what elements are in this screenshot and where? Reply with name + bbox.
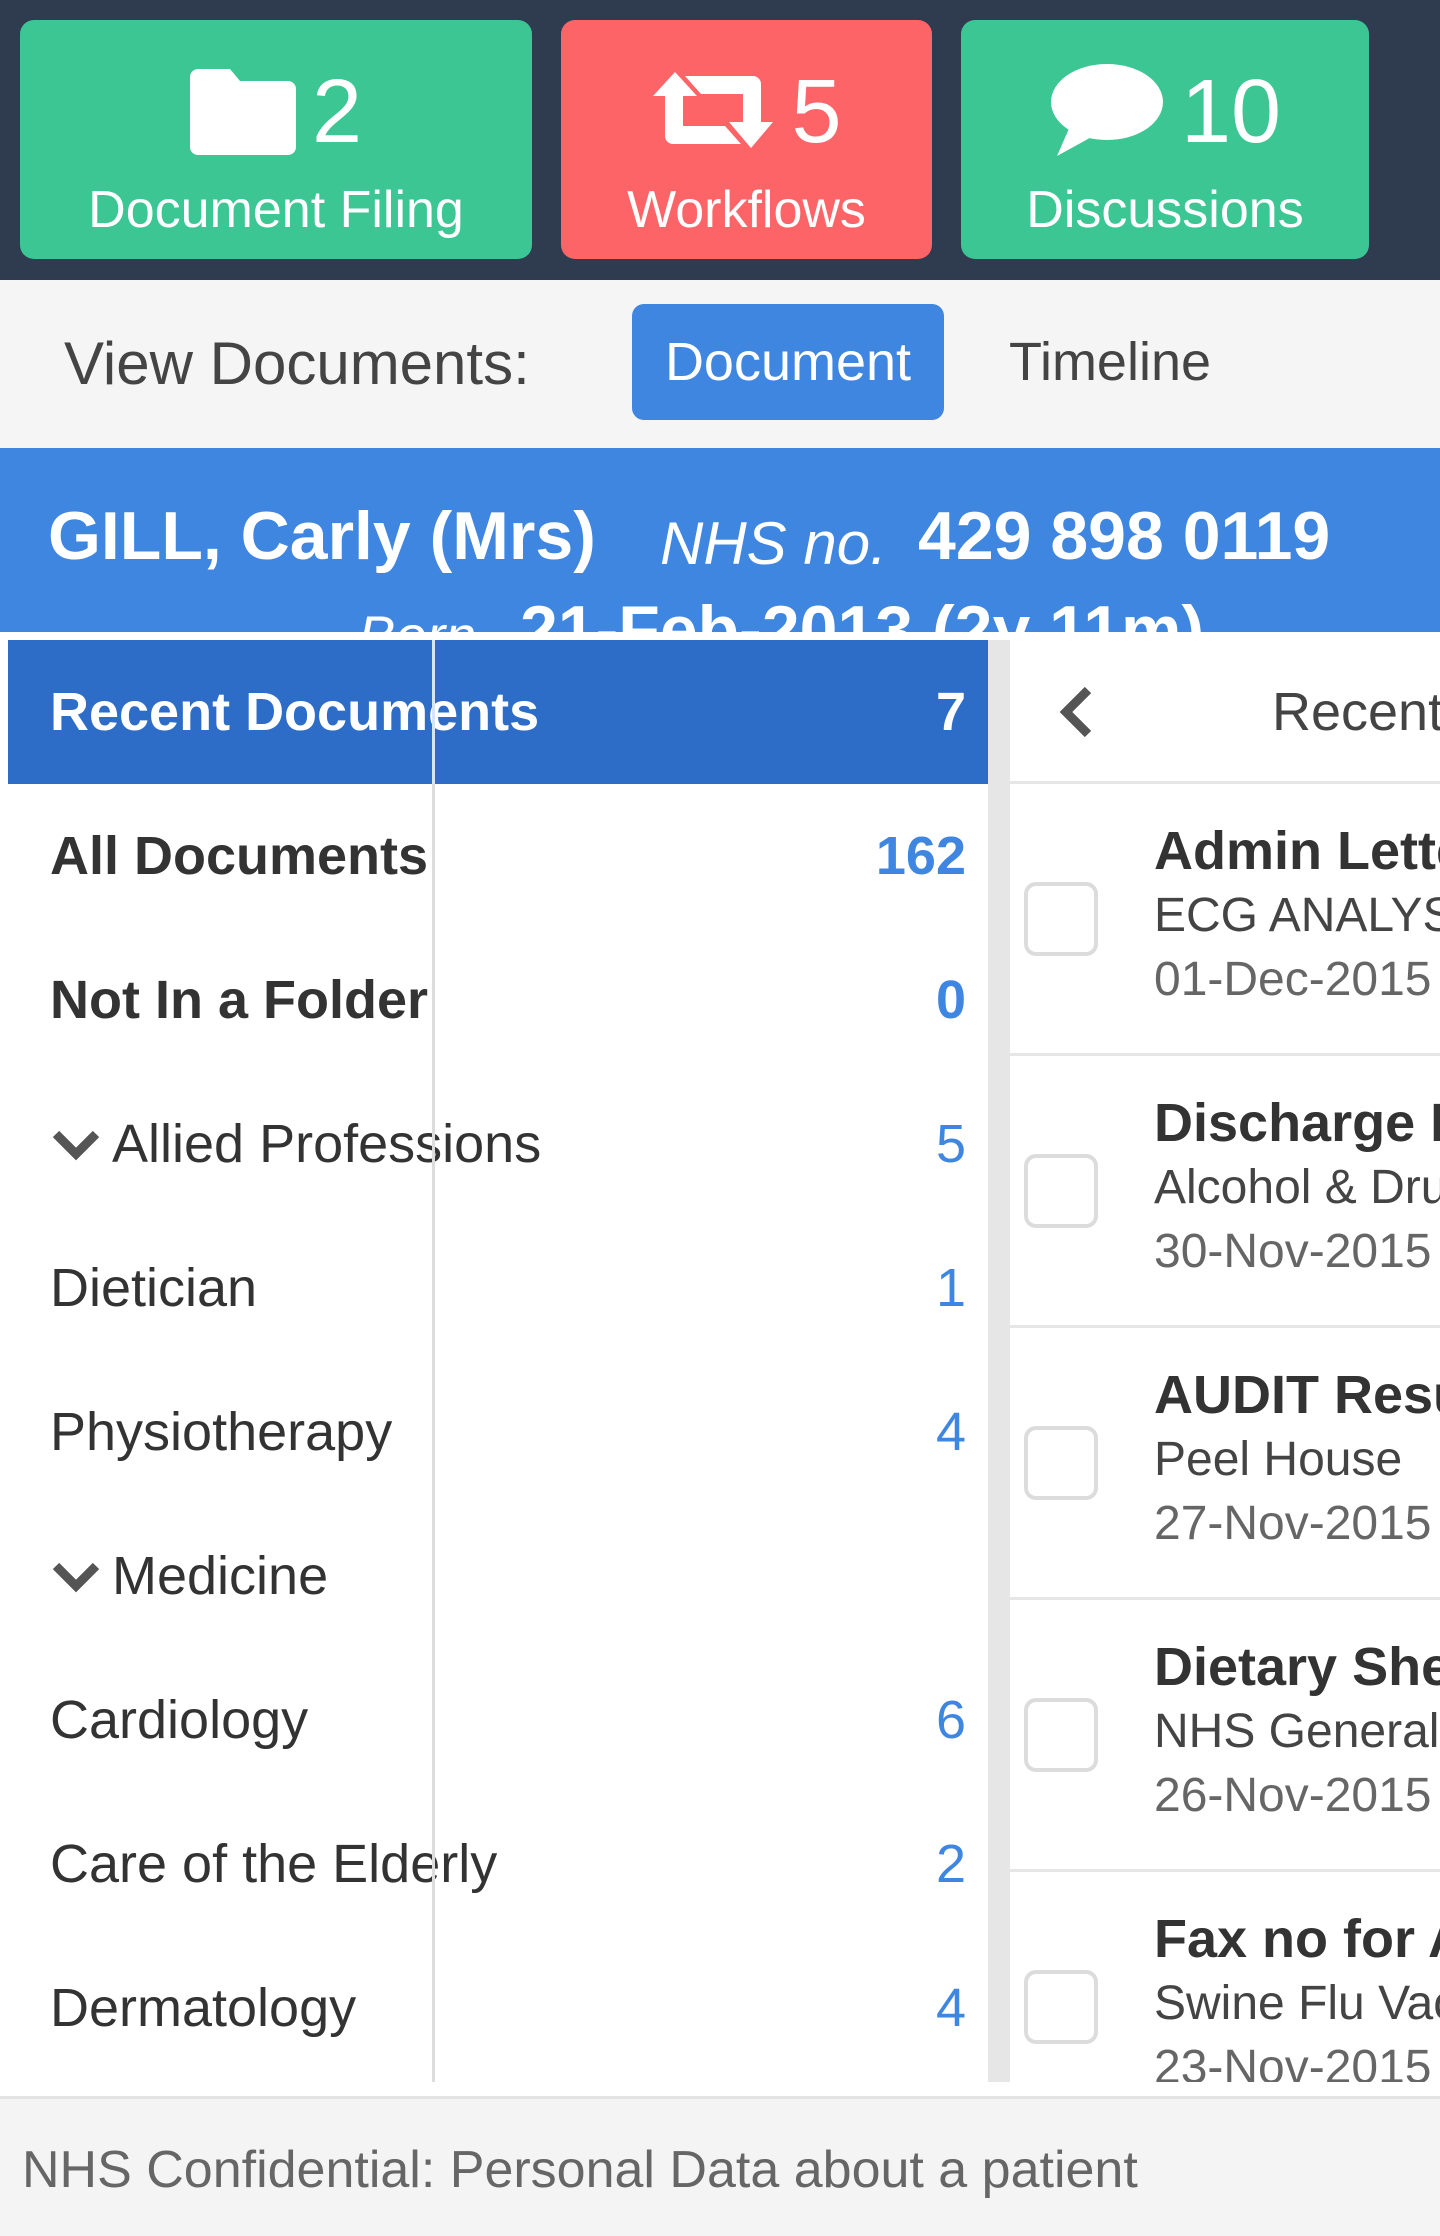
folder-label: Dietician bbox=[50, 1258, 258, 1318]
chevron-down-icon[interactable] bbox=[52, 1552, 100, 1600]
folder-label: Medicine bbox=[112, 1546, 329, 1606]
nhs-number-label: NHS no. bbox=[660, 510, 887, 577]
workflows-tile[interactable]: 5 Workflows bbox=[561, 20, 932, 259]
folder-dietician[interactable]: Dietician 1 bbox=[8, 1216, 988, 1360]
workflows-label: Workflows bbox=[627, 181, 866, 239]
discussions-count: 10 bbox=[1180, 62, 1282, 162]
folder-count: 6 bbox=[935, 1690, 966, 1750]
list-divider-highlight bbox=[432, 640, 435, 784]
document-checkbox[interactable] bbox=[1024, 882, 1098, 956]
folder-allied-professions[interactable]: Allied Professions 5 bbox=[8, 1072, 988, 1216]
folder-label: Dermatology bbox=[50, 1978, 357, 2038]
folder-label: Physiotherapy bbox=[50, 1402, 393, 1462]
document-title: AUDIT Resu bbox=[1154, 1365, 1440, 1425]
stats-bar: 2 Document Filing 5 Workflows 10 Discuss… bbox=[0, 0, 1440, 280]
patient-name: GILL, Carly (Mrs) bbox=[48, 498, 596, 574]
document-date: 01-Dec-2015 bbox=[1154, 953, 1432, 1006]
folder-physiotherapy[interactable]: Physiotherapy 4 bbox=[8, 1360, 988, 1504]
list-divider bbox=[432, 640, 435, 2082]
document-date: 27-Nov-2015 bbox=[1154, 1497, 1432, 1550]
chevron-down-icon[interactable] bbox=[52, 1120, 100, 1168]
folder-count: 5 bbox=[935, 1114, 966, 1174]
document-filing-label: Document Filing bbox=[88, 181, 464, 239]
view-document-button[interactable]: Document bbox=[632, 304, 944, 420]
folder-count: 2 bbox=[935, 1834, 966, 1894]
document-filing-count: 2 bbox=[311, 62, 363, 162]
folder-label: Allied Professions bbox=[112, 1114, 542, 1174]
folder-label: Recent Documents bbox=[50, 682, 540, 742]
workflows-count: 5 bbox=[791, 62, 842, 162]
folder-medicine[interactable]: Medicine bbox=[8, 1504, 988, 1648]
folder-label: Not In a Folder bbox=[50, 970, 428, 1030]
folder-label: Care of the Elderly bbox=[50, 1834, 498, 1894]
document-subtitle: ECG ANALYSI bbox=[1154, 889, 1440, 942]
folder-not-in-a-folder[interactable]: Not In a Folder 0 bbox=[8, 928, 988, 1072]
panel-gutter bbox=[988, 640, 1010, 2082]
document-checkbox[interactable] bbox=[1024, 1426, 1098, 1500]
document-subtitle: Alcohol & Dru bbox=[1154, 1161, 1440, 1214]
nhs-number: 429 898 0119 bbox=[918, 498, 1331, 574]
document-checkbox[interactable] bbox=[1024, 1154, 1098, 1228]
patient-banner: GILL, Carly (Mrs) NHS no. 429 898 0119 B… bbox=[0, 448, 1440, 632]
document-date: 23-Nov-2015 bbox=[1154, 2041, 1432, 2082]
folder-cardiology[interactable]: Cardiology 6 bbox=[8, 1648, 988, 1792]
folder-label: Cardiology bbox=[50, 1690, 309, 1750]
folder-all-documents[interactable]: All Documents 162 bbox=[8, 784, 988, 928]
folder-label: All Documents bbox=[50, 826, 429, 886]
documents-panel: Recent Admin Lette ECG ANALYSI 01-Dec-20… bbox=[1010, 640, 1440, 2082]
view-documents-label: View Documents: bbox=[64, 330, 530, 397]
document-title: Discharge M bbox=[1154, 1093, 1440, 1153]
document-filing-tile[interactable]: 2 Document Filing bbox=[20, 20, 532, 259]
folder-care-of-the-elderly[interactable]: Care of the Elderly 2 bbox=[8, 1792, 988, 1936]
view-documents-bar: View Documents: Document Timeline bbox=[0, 280, 1440, 448]
documents-panel-title: Recent bbox=[1272, 682, 1440, 742]
document-title: Admin Lette bbox=[1154, 821, 1440, 881]
folder-count: 162 bbox=[875, 826, 966, 886]
chevron-left-icon[interactable] bbox=[1050, 684, 1106, 740]
retweet-icon bbox=[651, 70, 775, 155]
document-row[interactable]: AUDIT Resu Peel House 27-Nov-2015 bbox=[1010, 1328, 1440, 1600]
document-subtitle: Peel House bbox=[1154, 1433, 1403, 1486]
document-row[interactable]: Fax no for A Swine Flu Vac 23-Nov-2015 bbox=[1010, 1872, 1440, 2082]
folder-count: 1 bbox=[935, 1258, 966, 1318]
document-subtitle: NHS General ( bbox=[1154, 1705, 1440, 1758]
folder-icon bbox=[189, 65, 296, 160]
discussions-label: Discussions bbox=[1026, 181, 1304, 239]
confidential-footer: NHS Confidential: Personal Data about a … bbox=[0, 2096, 1440, 2236]
document-row[interactable]: Discharge M Alcohol & Dru 30-Nov-2015 bbox=[1010, 1056, 1440, 1328]
folder-count: 0 bbox=[935, 970, 966, 1030]
folder-recent-documents[interactable]: Recent Documents 7 bbox=[8, 640, 988, 784]
document-title: Fax no for A bbox=[1154, 1909, 1440, 1969]
view-timeline-button[interactable]: Timeline bbox=[960, 304, 1260, 420]
document-row[interactable]: Dietary She NHS General ( 26-Nov-2015 bbox=[1010, 1600, 1440, 1872]
document-date: 30-Nov-2015 bbox=[1154, 1225, 1432, 1278]
born-value: 21-Feb-2013 (2y 11m) bbox=[520, 592, 1205, 632]
discussions-tile[interactable]: 10 Discussions bbox=[961, 20, 1369, 259]
document-checkbox[interactable] bbox=[1024, 1970, 1098, 2044]
documents-panel-header: Recent bbox=[1010, 640, 1440, 784]
folder-dermatology[interactable]: Dermatology 4 bbox=[8, 1936, 988, 2080]
born-label: Born bbox=[358, 588, 476, 632]
document-date: 26-Nov-2015 bbox=[1154, 1769, 1432, 1822]
document-row[interactable]: Admin Lette ECG ANALYSI 01-Dec-2015 bbox=[1010, 784, 1440, 1056]
folder-count: 4 bbox=[935, 1978, 966, 2038]
document-title: Dietary She bbox=[1154, 1637, 1440, 1697]
document-subtitle: Swine Flu Vac bbox=[1154, 1977, 1440, 2030]
folder-count: 4 bbox=[935, 1402, 966, 1462]
folder-list: Recent Documents 7 All Documents 162 Not… bbox=[8, 640, 988, 2082]
folder-count: 7 bbox=[935, 682, 966, 742]
confidential-notice: NHS Confidential: Personal Data about a … bbox=[22, 2141, 1138, 2199]
comment-icon bbox=[1049, 62, 1165, 163]
document-checkbox[interactable] bbox=[1024, 1698, 1098, 1772]
